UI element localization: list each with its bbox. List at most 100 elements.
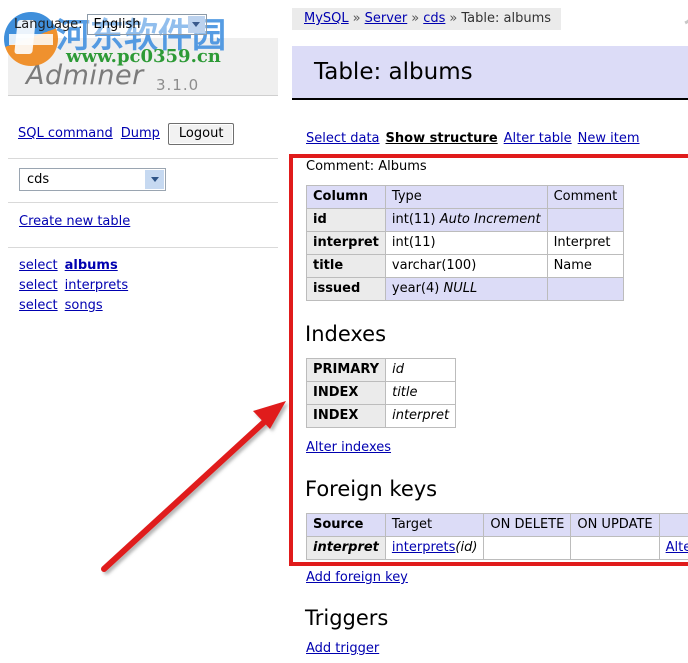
sql-command-link[interactable]: SQL command (18, 126, 113, 141)
cell-column-type: varchar(100) (384, 254, 548, 278)
language-select[interactable]: English (86, 14, 207, 35)
cell-column-comment: Name (546, 254, 625, 278)
type-modifier: Auto Increment (439, 212, 541, 227)
table-row: PRIMARY id (305, 358, 457, 382)
select-link-albums[interactable]: select (19, 258, 58, 273)
cell-column-type: year(4) NULL (384, 277, 548, 301)
table-header-row: Column Type Comment (306, 185, 625, 209)
cell-column-name: title (306, 254, 386, 278)
sidebar-divider-2 (8, 202, 278, 203)
fk-header-target: Target (384, 513, 485, 537)
tab-new-item[interactable]: New item (578, 131, 640, 146)
breadcrumb-link-cds[interactable]: cds (423, 11, 445, 26)
col-header-column: Column (306, 185, 386, 209)
fk-target-link[interactable]: interprets (392, 540, 455, 555)
cell-index-type: PRIMARY (305, 358, 387, 382)
foreign-keys-table: Source Target ON DELETE ON UPDATE interp… (306, 513, 688, 560)
cell-index-type: INDEX (305, 381, 387, 405)
breadcrumb-link-mysql[interactable]: MySQL (304, 11, 349, 26)
create-new-table-link[interactable]: Create new table (19, 214, 130, 229)
table-link-songs[interactable]: songs (65, 298, 103, 313)
tab-select-data[interactable]: Select data (306, 131, 380, 146)
breadcrumb-separator: » (449, 11, 458, 26)
breadcrumb-current: Table: albums (461, 11, 552, 26)
breadcrumb-separator: » (411, 11, 420, 26)
page-title-bar: Table: albums (292, 46, 688, 100)
add-foreign-key-link-wrap: Add foreign key (306, 570, 408, 585)
indexes-table: PRIMARY id INDEX title INDEX interpret (305, 358, 457, 428)
tab-alter-table[interactable]: Alter table (504, 131, 572, 146)
table-row: title varchar(100) Name (306, 254, 625, 278)
table-row: INDEX interpret (305, 404, 457, 428)
cell-column-comment: Interpret (546, 231, 625, 255)
table-link-albums[interactable]: albums (65, 258, 118, 273)
add-trigger-link[interactable]: Add trigger (306, 641, 379, 656)
logout-button[interactable]: Logout (167, 123, 235, 145)
table-row: interpret int(11) Interpret (306, 231, 625, 255)
type-text: varchar(100) (391, 258, 477, 273)
sidebar-divider-1 (8, 158, 278, 159)
fk-target-column: (id) (455, 540, 478, 555)
type-text: int(11) (391, 212, 440, 227)
cell-index-columns: id (385, 358, 457, 382)
cell-index-columns: interpret (385, 404, 457, 428)
adminer-version: 3.1.0 (156, 76, 200, 94)
breadcrumb-link-server[interactable]: Server (365, 11, 408, 26)
dump-link[interactable]: Dump (121, 126, 160, 141)
foreign-keys-heading: Foreign keys (305, 477, 438, 501)
triggers-heading: Triggers (305, 606, 389, 630)
tab-bar: Select data Show structure Alter table New … (306, 131, 646, 146)
language-selector-row: Language: English (14, 14, 207, 35)
create-new-table-link-wrap: Create new table (19, 214, 130, 229)
page-root: Language: English 河东软件园 www.pc0359.cn Adm… (0, 0, 688, 663)
chevron-down-icon[interactable] (187, 16, 205, 33)
cell-column-comment (546, 208, 625, 232)
adminer-logo-panel: Adminer 3.1.0 (8, 38, 278, 96)
table-list: select albums select interprets select song… (19, 256, 128, 316)
type-text: year(4) (391, 281, 444, 296)
type-text: int(11) (391, 235, 436, 250)
cell-fk-source: interpret (306, 536, 386, 560)
fk-header-action (658, 513, 688, 537)
cell-column-type: int(11) Auto Increment (384, 208, 548, 232)
fk-alter-link[interactable]: Alter (666, 540, 688, 555)
fk-header-source: Source (306, 513, 386, 537)
list-item: select songs (19, 296, 128, 316)
alter-indexes-link[interactable]: Alter indexes (306, 440, 391, 455)
select-link-songs[interactable]: select (19, 298, 58, 313)
language-label: Language: (14, 17, 83, 32)
cell-fk-target: interprets(id) (384, 536, 485, 560)
list-item: select albums (19, 256, 128, 276)
fk-header-on-delete: ON DELETE (483, 513, 572, 537)
page-title: Table: albums (314, 59, 473, 85)
sidebar: Language: English 河东软件园 www.pc0359.cn Adm… (0, 0, 280, 663)
cell-fk-on-update (570, 536, 660, 560)
cell-column-type: int(11) (384, 231, 548, 255)
cell-index-type: INDEX (305, 404, 387, 428)
col-header-type: Type (384, 185, 548, 209)
cell-column-comment (546, 277, 625, 301)
main-content: MySQL» Server» cds» Table: albums Table: al… (292, 0, 688, 663)
cell-index-columns: title (385, 381, 457, 405)
add-foreign-key-link[interactable]: Add foreign key (306, 570, 408, 585)
indexes-heading: Indexes (305, 322, 387, 346)
database-select[interactable]: cds (19, 168, 166, 191)
fk-header-on-update: ON UPDATE (570, 513, 660, 537)
table-comment: Comment: Albums (306, 159, 427, 174)
type-modifier: NULL (443, 281, 478, 296)
table-row: issued year(4) NULL (306, 277, 625, 301)
list-item: select interprets (19, 276, 128, 296)
select-link-interprets[interactable]: select (19, 278, 58, 293)
table-header-row: Source Target ON DELETE ON UPDATE (306, 513, 688, 537)
table-row: INDEX title (305, 381, 457, 405)
columns-table: Column Type Comment id int(11) Auto Incr… (306, 185, 625, 301)
col-header-comment: Comment (546, 185, 625, 209)
cell-fk-action: Alter (658, 536, 688, 560)
table-row: id int(11) Auto Increment (306, 208, 625, 232)
table-link-interprets[interactable]: interprets (65, 278, 128, 293)
cell-fk-on-delete (483, 536, 572, 560)
adminer-app-name: Adminer (26, 60, 144, 91)
tab-show-structure[interactable]: Show structure (386, 131, 498, 146)
chevron-down-icon[interactable] (145, 170, 164, 189)
sidebar-action-links: SQL command Dump Logout (18, 123, 235, 145)
